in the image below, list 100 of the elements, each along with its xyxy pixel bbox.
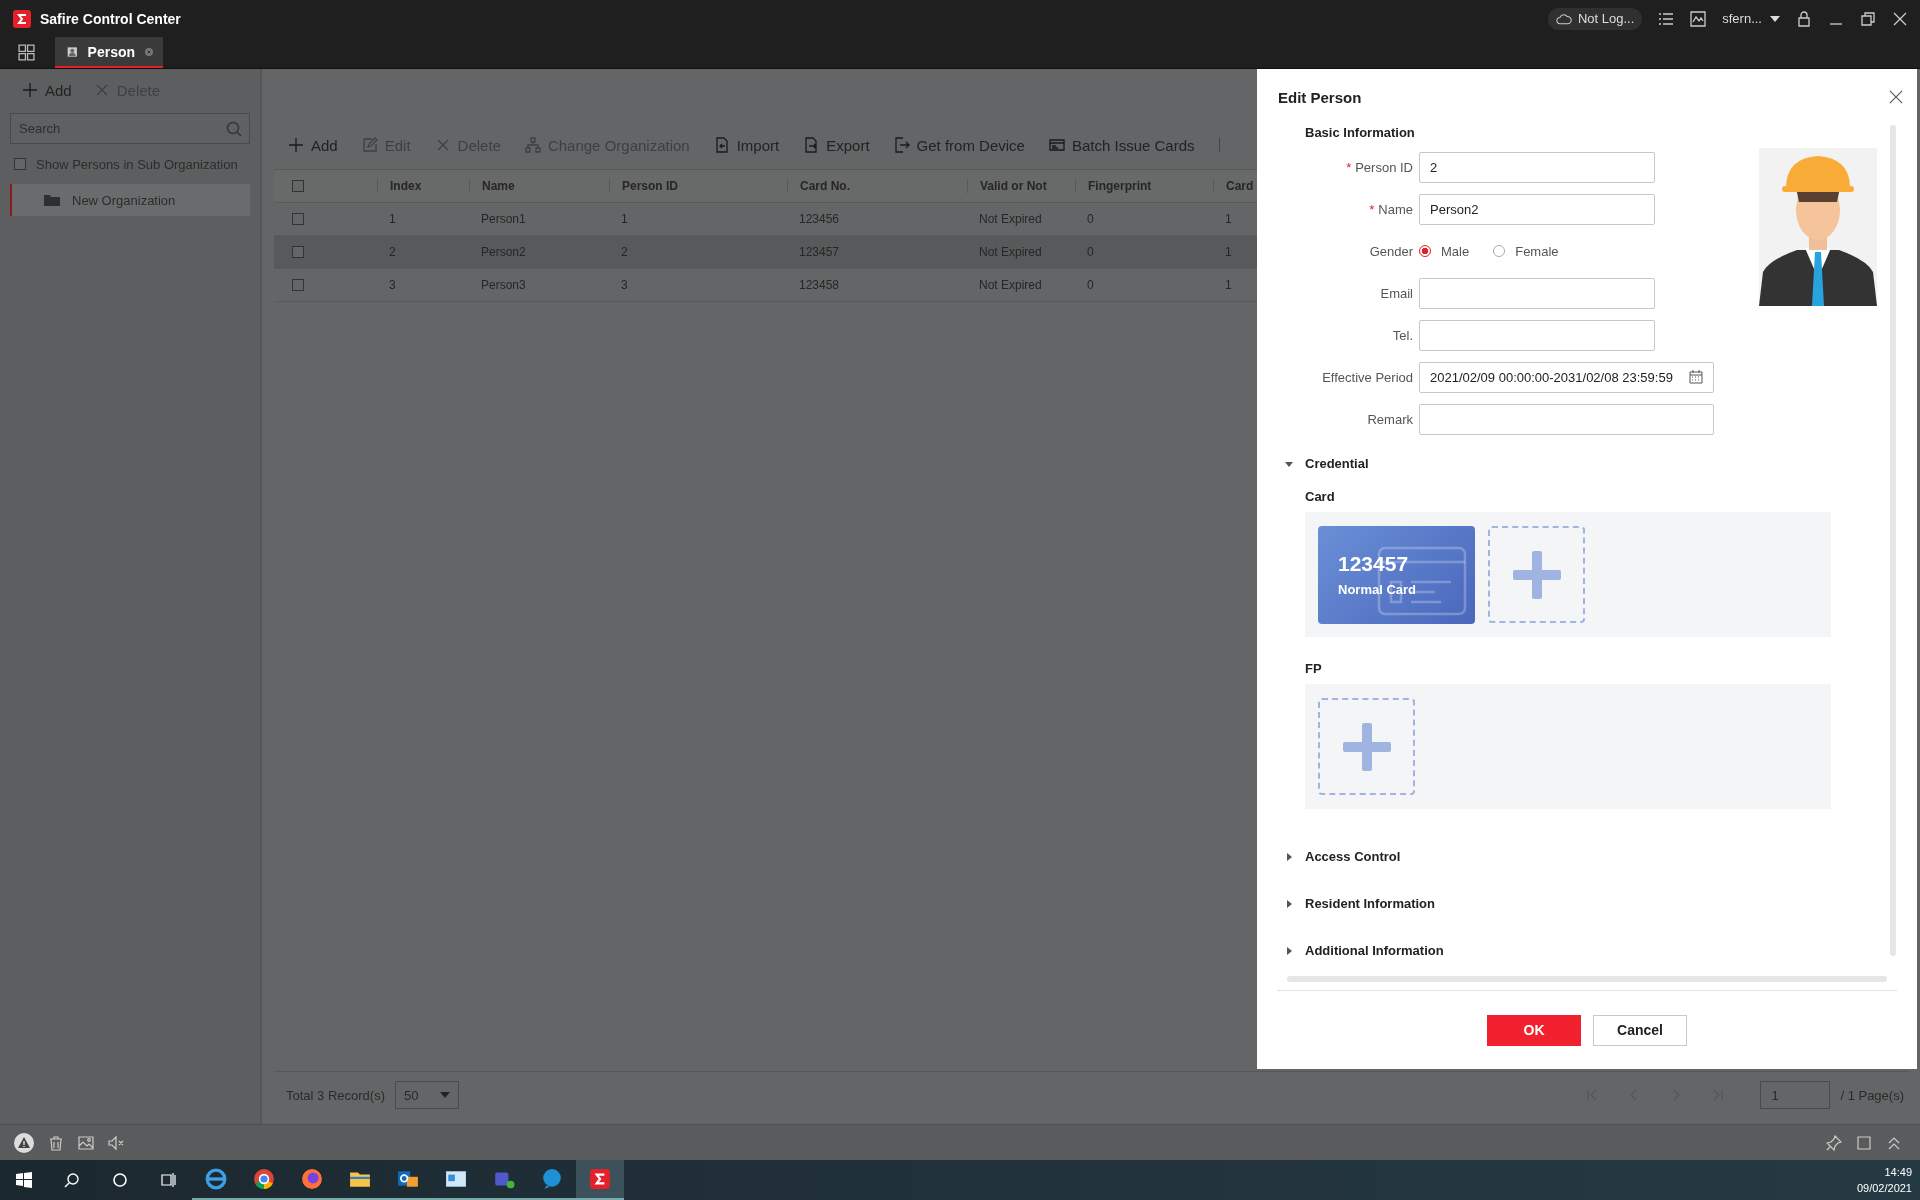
record-count: Total 3 Record(s) [286,1087,385,1103]
grid-icon[interactable] [18,44,35,61]
mute-icon[interactable] [108,1134,124,1151]
group-label: Card [1305,489,1336,504]
add-button[interactable]: Add [22,81,72,99]
column-header: Person ID [609,179,787,193]
input-field[interactable] [1419,319,1655,351]
document-import-icon [713,137,730,153]
column-header: Card No. [787,179,967,193]
toolbar-button[interactable]: Import [713,136,780,154]
scrollbar[interactable] [1890,125,1896,956]
toolbar-button[interactable]: Batch Issue Cards [1048,136,1195,154]
clock-time: 14:49 [1884,1165,1912,1180]
list-icon[interactable] [1658,10,1675,27]
table-cell-text: 1 [1224,212,1233,226]
field-label: Effective Period [1321,369,1414,385]
table-cell-text: 123458 [798,278,841,292]
cancel-button[interactable]: Cancel [1593,1014,1687,1046]
lock-icon[interactable] [1796,10,1812,27]
toolbar-button[interactable]: Add [288,136,338,154]
square-icon[interactable] [1856,1134,1872,1151]
page-input[interactable]: 1 [1760,1081,1831,1109]
table-cell-text: 1 [1224,278,1233,292]
table-cell-text: 123456 [798,212,841,226]
select-all-checkbox[interactable] [292,180,304,192]
table-cell-text: Not Expired [978,212,1043,226]
page-size-dropdown[interactable]: 50 [395,1081,459,1109]
page-total: / 1 Page(s) [1840,1087,1904,1103]
close-tab-icon[interactable] [145,45,153,58]
table-cell-text: Person3 [480,278,527,292]
app-title: Safire Control Center [40,10,181,27]
table-cell-text: 0 [1086,278,1095,292]
column-header: Fingerprint [1075,179,1213,193]
section-header[interactable]: Additional Information [1285,927,1882,974]
dialog-title: Edit Person [1278,88,1362,106]
card-icon [1048,137,1065,153]
calendar-icon [1689,370,1703,384]
triangle-icon [1285,946,1293,955]
triangle-icon [1285,459,1293,468]
card-tile[interactable]: 123457 Normal Card [1318,525,1475,624]
toolbar-button[interactable]: Get from Device [893,136,1025,154]
required-mark: * [1346,159,1352,175]
image-icon[interactable] [78,1134,94,1151]
caret-icon [440,1092,450,1098]
row-checkbox[interactable] [292,279,304,291]
restore-icon[interactable] [1860,10,1876,27]
plus-icon [1342,722,1391,771]
column-header: Valid or Not [967,179,1075,193]
plus-icon [1512,550,1561,599]
input-field[interactable]: 2 [1419,151,1655,183]
row-checkbox[interactable] [292,246,304,258]
user-menu[interactable]: sfern... [1722,11,1780,26]
field-label: Tel. [1391,327,1414,343]
input-field[interactable] [1419,277,1655,309]
card-type: Normal Card [1338,582,1418,597]
app-taskbar-icon[interactable] [576,1160,624,1200]
tab[interactable]: Person [55,37,163,68]
warning-icon[interactable] [14,1132,34,1153]
close-icon[interactable] [1889,90,1903,104]
required-mark: * [1369,201,1375,217]
radio-option[interactable]: Male [1419,243,1470,259]
section-header[interactable]: Access Control [1285,833,1882,880]
row-checkbox[interactable] [292,213,304,225]
input-field[interactable] [1419,403,1714,435]
trash-icon[interactable] [48,1134,64,1151]
date-range-field[interactable]: 2021/02/09 00:00:00-2031/02/08 23:59:59 [1419,361,1714,393]
checkbox[interactable] [14,158,26,170]
chart-icon[interactable] [1690,10,1707,27]
field-label: * Person ID [1345,159,1414,175]
input-field[interactable]: Person2 [1419,193,1655,225]
card-number: 123457 [1338,552,1410,576]
ok-button[interactable]: OK [1487,1014,1581,1046]
caret-icon [1770,15,1780,22]
table-cell-text: 0 [1086,212,1095,226]
plus-icon [22,82,38,98]
field-label: Remark [1366,411,1414,427]
toolbar-button[interactable]: Export [803,136,870,154]
field-label: Gender [1368,243,1414,259]
sign-in-icon [893,137,910,153]
folder-icon [44,194,60,206]
section-header[interactable]: Credential [1285,440,1882,487]
organization-item[interactable]: New Organization [10,184,250,216]
field-label: * Name [1368,201,1414,217]
search-icon [226,121,242,137]
pencil-icon [361,137,378,153]
section-header[interactable]: Resident Information [1285,880,1882,927]
login-status-button[interactable]: Not Log... [1547,7,1643,30]
radio-option[interactable]: Female [1493,243,1559,259]
table-cell-text: 1 [620,212,629,226]
table-cell-text: 3 [388,278,397,292]
column-header: Index [377,179,469,193]
scrollbar[interactable] [1287,976,1887,982]
table-cell-text: 1 [388,212,397,226]
hierarchy-icon [524,137,541,153]
table-cell-text: 3 [620,278,629,292]
pin-icon[interactable] [1826,1134,1842,1151]
document-export-icon [803,137,820,153]
column-header: Name [469,179,609,193]
plus-icon [288,137,304,153]
radio-button[interactable] [1419,245,1431,257]
